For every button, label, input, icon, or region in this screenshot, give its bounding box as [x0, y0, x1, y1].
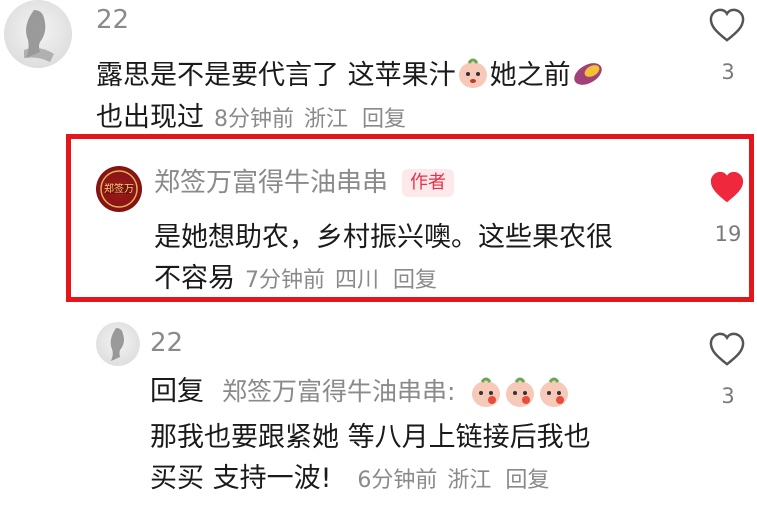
comment-text: 是她想助农，乡村振兴噢。这些果农很 — [154, 222, 613, 253]
comment-time: 7分钟前 — [245, 268, 325, 293]
comment-text-line: 买买 支持一波! 6分钟前 浙江 回复 — [150, 459, 549, 499]
like-button[interactable]: 19 — [708, 170, 748, 246]
avatar[interactable] — [4, 0, 72, 68]
peach-emoji-icon — [537, 375, 571, 409]
comment-username[interactable]: 22 — [96, 5, 129, 35]
comment-text: 露思是不是要代言了 这苹果汁 她之前 — [96, 56, 605, 96]
reply-button[interactable]: 回复 — [505, 462, 549, 494]
like-count: 19 — [714, 222, 742, 246]
reply-button[interactable]: 回复 — [393, 262, 437, 294]
like-count: 3 — [721, 384, 735, 408]
comment-header: 郑签万富得牛油串串 作者 — [154, 168, 455, 198]
peach-emoji-icon — [456, 56, 490, 90]
like-button[interactable]: 3 — [708, 332, 748, 408]
comment-text-part: 不容易 — [154, 263, 235, 294]
comment-time: 6分钟前 — [357, 468, 438, 493]
author-badge: 作者 — [402, 169, 455, 197]
comment-text-part: 买买 支持一波! — [150, 463, 332, 494]
sweet-potato-emoji-icon — [571, 56, 605, 90]
reply-to-username[interactable]: 郑签万富得牛油串串: — [222, 377, 455, 407]
comment-username[interactable]: 郑签万富得牛油串串 — [154, 168, 388, 198]
heart-filled-icon — [710, 171, 744, 203]
comment-text-part: 也出现过 — [96, 102, 204, 133]
heart-outline-icon — [709, 332, 745, 366]
comment-text-line: 也出现过 8分钟前 浙江 回复 — [96, 98, 406, 138]
comment-text-line: 不容易 7分钟前 四川 回复 — [154, 259, 437, 299]
reply-prefix: 回复 — [150, 376, 204, 407]
like-count: 3 — [721, 60, 735, 84]
comment-text-part: 露思是不是要代言了 这苹果汁 — [96, 60, 456, 91]
heart-outline-icon — [709, 8, 745, 42]
comment-text: 那我也要跟紧她 等八月上链接后我也 — [150, 422, 591, 453]
avatar-text: 郑签万 — [104, 184, 134, 195]
peach-emoji-icon — [469, 375, 503, 409]
comment-location: 四川 — [335, 268, 380, 293]
reply-button[interactable]: 回复 — [362, 101, 406, 133]
comment-username[interactable]: 22 — [150, 328, 183, 358]
comment-text-part: 她之前 — [489, 60, 571, 91]
peach-emoji-icon — [503, 375, 537, 409]
comment-time: 8分钟前 — [214, 107, 294, 132]
comment-location: 浙江 — [447, 468, 492, 493]
reply-header: 回复 郑签万富得牛油串串: — [150, 372, 571, 412]
comment-location: 浙江 — [304, 107, 349, 132]
avatar[interactable] — [96, 322, 140, 366]
author-avatar[interactable]: 郑签万 — [96, 166, 142, 212]
like-button[interactable]: 3 — [708, 8, 748, 84]
